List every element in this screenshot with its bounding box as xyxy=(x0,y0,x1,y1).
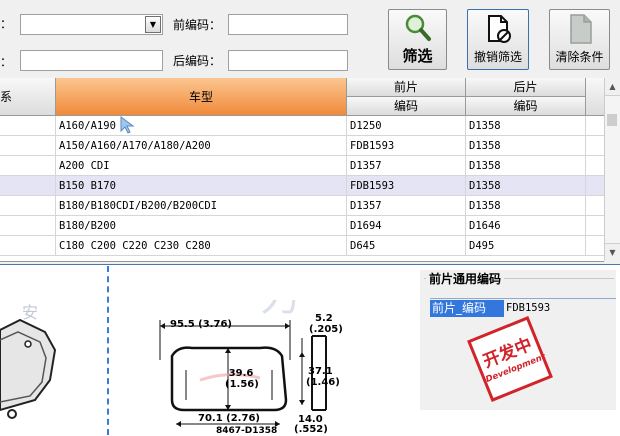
cell-front[interactable]: D645 xyxy=(347,236,466,256)
common-code-group: 前片通用编码 前片_编码 FDB1593 开发中 Development xyxy=(420,270,616,410)
cell-rear[interactable]: D1358 xyxy=(466,136,586,156)
table-row[interactable]: B180/B180CDI/B200/B200CDI D1357 D1358 xyxy=(0,196,604,216)
cell-series[interactable] xyxy=(0,196,56,216)
common-code-key[interactable]: 前片_编码 xyxy=(430,300,504,317)
table-row[interactable]: B180/B200 D1694 D1646 xyxy=(0,216,604,236)
cell-model[interactable]: A200 CDI xyxy=(56,156,347,176)
scroll-thumb[interactable] xyxy=(607,114,617,126)
brake-pad-photo: 安 xyxy=(0,303,57,419)
document-cancel-icon xyxy=(488,15,511,43)
cell-front[interactable]: D1357 xyxy=(347,156,466,176)
header-col-series[interactable]: 系 xyxy=(0,78,56,116)
clear-conditions-button[interactable]: 清除条件 xyxy=(549,9,610,70)
panel-divider xyxy=(107,266,109,435)
header-rear-code[interactable]: 编码 xyxy=(466,97,586,116)
cell-series[interactable] xyxy=(0,136,56,156)
rear-code-label: 后编码： xyxy=(173,54,222,68)
cell-rear[interactable]: D1358 xyxy=(466,176,586,196)
header-front-code[interactable]: 编码 xyxy=(347,97,466,116)
series-field[interactable] xyxy=(20,50,163,71)
scroll-up-icon[interactable]: ▲ xyxy=(605,78,620,96)
dim-inner-height: 39.6 xyxy=(228,368,254,379)
filter-label-row2: ： xyxy=(0,55,13,69)
cell-series[interactable] xyxy=(0,236,56,256)
dim-thickness: 5.2 xyxy=(315,313,333,324)
common-code-row[interactable]: 前片_编码 FDB1593 xyxy=(430,298,616,317)
chevron-down-icon[interactable]: ▼ xyxy=(145,16,161,33)
front-code-label: 前编码： xyxy=(173,18,222,32)
cell-model[interactable]: C180 C200 C220 C230 C280 xyxy=(56,236,347,256)
watermark-text: 力 xyxy=(260,300,300,320)
dim-inner-height-in: (1.56) xyxy=(225,379,259,390)
cell-model[interactable]: B180/B180CDI/B200/B200CDI xyxy=(56,196,347,216)
table-row[interactable]: B150 B170 FDB1593 D1358 xyxy=(0,176,604,196)
dim-width: 95.5 (3.76) xyxy=(170,319,232,330)
brand-combo[interactable]: ▼ xyxy=(20,14,163,35)
group-title: 前片通用编码 xyxy=(426,270,505,287)
dim-right-in: (1.46) xyxy=(306,377,340,388)
dim-right: 37.1 xyxy=(308,366,333,377)
blank-document-icon xyxy=(570,14,592,44)
cell-rear[interactable]: D1358 xyxy=(466,156,586,176)
cell-model[interactable]: B150 B170 xyxy=(56,176,347,196)
header-col-model[interactable]: 车型 xyxy=(56,78,347,116)
table-row[interactable]: A200 CDI D1357 D1358 xyxy=(0,156,604,176)
cancel-filter-label: 撤销筛选 xyxy=(473,50,522,64)
filter-label-row1: ： xyxy=(0,17,13,31)
filter-button-label: 筛选 xyxy=(402,47,433,65)
table-row[interactable]: C180 C200 C220 C230 C280 D645 D495 xyxy=(0,236,604,256)
table-row[interactable]: A150/A160/A170/A180/A200 FDB1593 D1358 xyxy=(0,136,604,156)
front-code-input[interactable] xyxy=(228,14,348,35)
cell-rear[interactable]: D1646 xyxy=(466,216,586,236)
cell-front[interactable]: FDB1593 xyxy=(347,176,466,196)
cell-front[interactable]: D1694 xyxy=(347,216,466,236)
watermark-glyph: 安 xyxy=(22,303,38,322)
dim-bottom-thk-in: (.552) xyxy=(294,424,328,435)
cell-rear[interactable]: D1358 xyxy=(466,196,586,216)
cell-model[interactable]: A150/A160/A170/A180/A200 xyxy=(56,136,347,156)
header-rear-top[interactable]: 后片 xyxy=(466,78,586,97)
cell-series[interactable] xyxy=(0,176,56,196)
cell-front[interactable]: D1250 xyxy=(347,116,466,136)
cell-model[interactable]: A160/A190 xyxy=(56,116,347,136)
dim-bottom: 70.1 (2.76) xyxy=(198,413,260,424)
rear-code-input[interactable] xyxy=(228,50,348,71)
dim-thickness-in: (.205) xyxy=(309,324,343,335)
clear-conditions-label: 清除条件 xyxy=(555,50,604,64)
magnifier-icon xyxy=(405,14,431,41)
cell-front[interactable]: FDB1593 xyxy=(347,136,466,156)
cell-series[interactable] xyxy=(0,116,56,136)
common-code-value: FDB1593 xyxy=(506,302,551,314)
cell-front[interactable]: D1357 xyxy=(347,196,466,216)
cell-rear[interactable]: D1358 xyxy=(466,116,586,136)
scroll-down-icon[interactable]: ▼ xyxy=(605,243,620,261)
cell-model[interactable]: B180/B200 xyxy=(56,216,347,236)
cell-series[interactable] xyxy=(0,216,56,236)
table-row[interactable]: A160/A190 D1250 D1358 xyxy=(0,116,604,136)
filter-button[interactable]: 筛选 xyxy=(388,9,447,70)
cancel-filter-button[interactable]: 撤销筛选 xyxy=(467,9,529,70)
header-front-top[interactable]: 前片 xyxy=(347,78,466,97)
header-filler xyxy=(586,78,604,116)
model-table: 系 车型 前片 编码 后片 编码 A160/A190 D1250 D1358 A150… xyxy=(0,78,604,262)
cell-rear[interactable]: D495 xyxy=(466,236,586,256)
cell-series[interactable] xyxy=(0,156,56,176)
table-vertical-scrollbar[interactable]: ▲ ▼ xyxy=(604,78,620,261)
cursor-pointer-icon xyxy=(120,116,135,134)
